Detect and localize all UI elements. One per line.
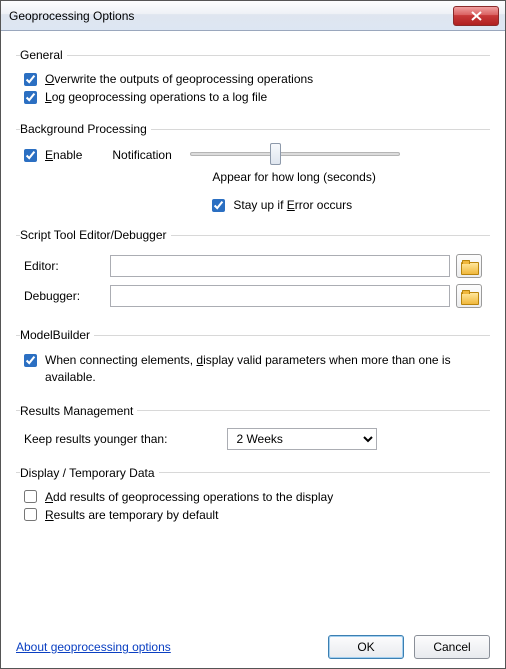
keep-results-label: Keep results younger than: <box>24 432 167 446</box>
temp-results-checkbox[interactable] <box>24 508 37 521</box>
overwrite-checkbox-label[interactable]: Overwrite the outputs of geoprocessing o… <box>24 72 313 86</box>
debugger-input[interactable] <box>110 285 450 307</box>
overwrite-checkbox[interactable] <box>24 73 37 86</box>
legend-results: Results Management <box>20 404 137 418</box>
editor-input[interactable] <box>110 255 450 277</box>
stay-error-text: Stay up if Error occurs <box>233 198 352 212</box>
folder-icon <box>461 260 477 273</box>
close-button[interactable] <box>453 6 499 26</box>
ok-button[interactable]: OK <box>328 635 404 659</box>
model-connect-checkbox[interactable] <box>24 354 37 367</box>
window-title: Geoprocessing Options <box>9 9 453 23</box>
about-link[interactable]: About geoprocessing options <box>16 640 171 654</box>
notification-label: Notification <box>112 148 171 162</box>
log-checkbox-label[interactable]: Log geoprocessing operations to a log fi… <box>24 90 267 104</box>
legend-display: Display / Temporary Data <box>20 466 159 480</box>
editor-label: Editor: <box>24 259 104 273</box>
enable-text: Enable <box>45 148 82 162</box>
cancel-button[interactable]: Cancel <box>414 635 490 659</box>
legend-script: Script Tool Editor/Debugger <box>20 228 171 242</box>
dialog-footer: About geoprocessing options OK Cancel <box>16 627 490 659</box>
add-results-text: Add results of geoprocessing operations … <box>45 490 333 504</box>
group-background-processing: Background Processing Enable Notificatio… <box>16 122 490 220</box>
group-modelbuilder: ModelBuilder When connecting elements, d… <box>16 328 490 396</box>
notification-slider[interactable] <box>190 144 400 164</box>
temp-results-text: Results are temporary by default <box>45 508 218 522</box>
group-results-management: Results Management Keep results younger … <box>16 404 490 458</box>
dialog-content: General Overwrite the outputs of geoproc… <box>1 31 505 668</box>
add-results-label[interactable]: Add results of geoprocessing operations … <box>24 490 333 504</box>
editor-browse-button[interactable] <box>456 254 482 278</box>
add-results-checkbox[interactable] <box>24 490 37 503</box>
keep-results-select[interactable]: 2 Weeks <box>227 428 377 450</box>
log-text: Log geoprocessing operations to a log fi… <box>45 90 267 104</box>
stay-error-checkbox[interactable] <box>212 199 225 212</box>
group-script-tool: Script Tool Editor/Debugger Editor: Debu… <box>16 228 490 320</box>
enable-checkbox-label[interactable]: Enable <box>24 148 82 162</box>
appear-caption: Appear for how long (seconds) <box>212 170 482 184</box>
legend-general: General <box>20 48 67 62</box>
model-connect-label[interactable]: When connecting elements, display valid … <box>24 352 465 386</box>
model-connect-text: When connecting elements, display valid … <box>45 352 465 386</box>
legend-bg: Background Processing <box>20 122 151 136</box>
group-general: General Overwrite the outputs of geoproc… <box>16 48 490 114</box>
overwrite-text: Overwrite the outputs of geoprocessing o… <box>45 72 313 86</box>
folder-icon <box>461 290 477 303</box>
group-display-temp: Display / Temporary Data Add results of … <box>16 466 490 532</box>
legend-model: ModelBuilder <box>20 328 94 342</box>
enable-checkbox[interactable] <box>24 149 37 162</box>
debugger-browse-button[interactable] <box>456 284 482 308</box>
close-icon <box>471 11 482 21</box>
stay-error-label[interactable]: Stay up if Error occurs <box>212 198 482 212</box>
titlebar: Geoprocessing Options <box>1 1 505 31</box>
debugger-label: Debugger: <box>24 289 104 303</box>
temp-results-label[interactable]: Results are temporary by default <box>24 508 218 522</box>
log-checkbox[interactable] <box>24 91 37 104</box>
